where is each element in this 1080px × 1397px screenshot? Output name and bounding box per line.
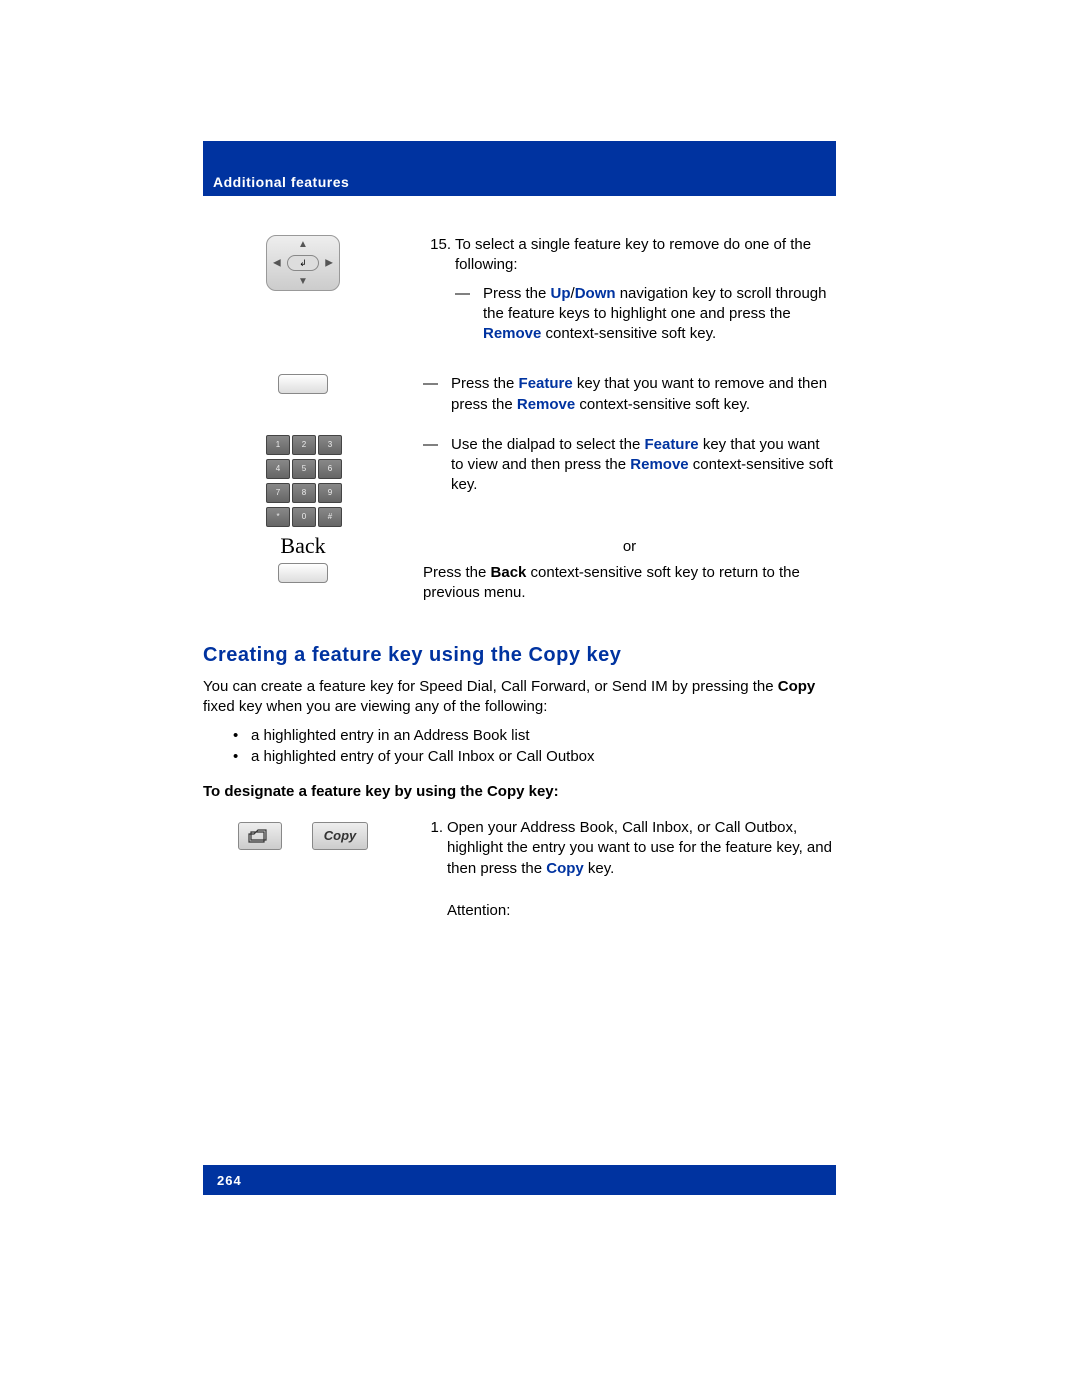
step-intro: To select a single feature key to remove… <box>455 236 811 273</box>
back-text: or Press the Back context-sensitive soft… <box>403 533 836 604</box>
header-title: Additional features <box>213 174 349 190</box>
sub-heading: To designate a feature key by using the … <box>203 783 836 800</box>
softkey-row: — Press the Feature key that you want to… <box>203 374 836 425</box>
section-para: You can create a feature key for Speed D… <box>203 677 836 718</box>
bullet-list: •a highlighted entry in an Address Book … <box>203 727 836 765</box>
copy-icons: Copy <box>203 818 403 850</box>
back-row: Back or Press the Back context-sensitive… <box>203 533 836 604</box>
dialpad-row: 123 456 789 *0# — Use the dialpad to sel… <box>203 435 836 527</box>
dash-item-2: — Press the Feature key that you want to… <box>423 374 836 415</box>
left-column: ▲ ▼ ◀ ▶ ↲ <box>203 235 403 291</box>
header-bar: Additional features <box>203 141 836 196</box>
keyword-remove: Remove <box>483 325 541 342</box>
back-softkey-icon <box>278 563 328 583</box>
attention-label: Attention: <box>447 901 836 921</box>
bullet-item: •a highlighted entry in an Address Book … <box>233 727 836 744</box>
keyword-copy: Copy <box>778 678 816 695</box>
document-page: Additional features ▲ ▼ ◀ ▶ ↲ 15. To sel… <box>0 0 1080 1397</box>
bullet-item: •a highlighted entry of your Call Inbox … <box>233 748 836 765</box>
step-15-text: 15. To select a single feature key to re… <box>403 235 836 354</box>
keyword-copy: Copy <box>546 860 584 877</box>
keyword-down: Down <box>575 285 616 302</box>
navigation-pad-icon: ▲ ▼ ◀ ▶ ↲ <box>266 235 340 291</box>
left-column <box>203 374 403 394</box>
copy-step-text: 1. Open your Address Book, Call Inbox, o… <box>403 818 836 921</box>
section-heading: Creating a feature key using the Copy ke… <box>203 644 836 667</box>
dash-item-3: — Use the dialpad to select the Feature … <box>423 435 836 496</box>
copy-step-row: Copy 1. Open your Address Book, Call Inb… <box>203 818 836 921</box>
keyword-feature: Feature <box>644 436 698 453</box>
dialpad-icon: 123 456 789 *0# <box>265 435 341 527</box>
step-number: 1. <box>423 818 443 838</box>
copy-key-icon: Copy <box>312 822 368 850</box>
dash-item-1: — Press the Up/Down navigation key to sc… <box>455 284 836 345</box>
footer-bar: 264 <box>203 1165 836 1195</box>
left-column: Back <box>203 533 403 583</box>
folder-icon <box>248 828 272 844</box>
dash-item-3-text: — Use the dialpad to select the Feature … <box>403 435 836 506</box>
back-label: Back <box>203 533 403 559</box>
step-number: 15. <box>423 235 451 255</box>
or-text: or <box>423 537 836 557</box>
step-15-row: ▲ ▼ ◀ ▶ ↲ 15. To select a single feature… <box>203 235 836 354</box>
keyword-remove: Remove <box>630 456 688 473</box>
softkey-icon <box>278 374 328 394</box>
folder-key-icon <box>238 822 282 850</box>
keyword-up: Up <box>551 285 571 302</box>
content: ▲ ▼ ◀ ▶ ↲ 15. To select a single feature… <box>203 235 836 921</box>
keyword-feature: Feature <box>519 375 573 392</box>
dash-list: — Press the Up/Down navigation key to sc… <box>455 284 836 345</box>
dash-item-2-text: — Press the Feature key that you want to… <box>403 374 836 425</box>
page-number: 264 <box>217 1173 242 1188</box>
left-column: 123 456 789 *0# <box>203 435 403 527</box>
keyword-remove: Remove <box>517 396 575 413</box>
keyword-back: Back <box>491 564 527 581</box>
